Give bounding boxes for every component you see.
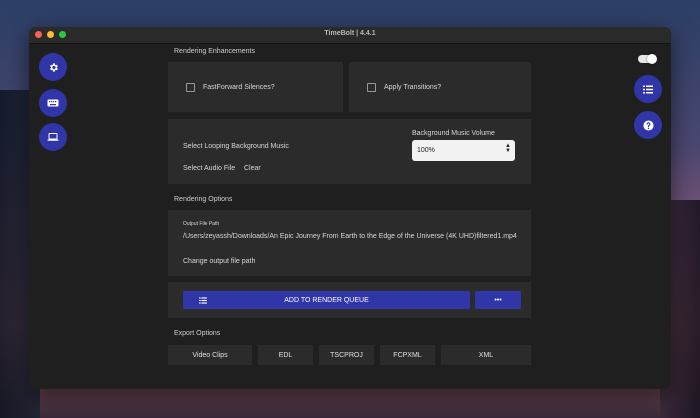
chevron-updown-icon: ▲ ▼ [505, 143, 511, 154]
export-video-clips-button[interactable]: Video Clips [168, 345, 252, 365]
volume-value: 100% [417, 147, 435, 154]
settings-button[interactable] [39, 53, 67, 81]
keyboard-icon [47, 99, 59, 107]
clear-audio-button[interactable]: Clear [244, 165, 261, 172]
fastforward-option[interactable]: FastForward Silences? [186, 83, 275, 92]
title-bar: TimeBolt | 4.4.1 [29, 27, 671, 44]
gear-icon [49, 62, 58, 72]
queue-list-button[interactable] [634, 75, 662, 103]
fastforward-checkbox[interactable] [186, 83, 195, 92]
export-edl-button[interactable]: EDL [258, 345, 313, 365]
laptop-icon [47, 133, 59, 141]
help-button[interactable] [634, 111, 662, 139]
select-audio-file-button[interactable]: Select Audio File [183, 165, 235, 172]
dark-mode-toggle[interactable] [638, 54, 657, 64]
more-options-label: ••• [494, 296, 502, 304]
list-icon [199, 297, 207, 304]
app-window: TimeBolt | 4.4.1 Rendering Enhancements … [29, 27, 671, 389]
render-queue-panel: ADD TO RENDER QUEUE ••• [168, 282, 531, 318]
transitions-option[interactable]: Apply Transitions? [367, 83, 441, 92]
window-title: TimeBolt | 4.4.1 [324, 30, 376, 37]
export-options-heading: Export Options [174, 330, 221, 337]
volume-select[interactable]: 100% ▲ ▼ [412, 140, 515, 161]
output-path-panel: Output File Path /Users/zeyassh/Download… [168, 210, 531, 276]
fastforward-panel: FastForward Silences? [168, 62, 343, 112]
export-tscproj-button[interactable]: TSCPROJ [319, 345, 374, 365]
help-icon [642, 119, 654, 131]
keyboard-button[interactable] [39, 89, 67, 117]
rendering-enhancements-heading: Rendering Enhancements [174, 48, 255, 55]
toggle-knob [647, 54, 657, 64]
looping-music-label: Select Looping Background Music [183, 143, 289, 150]
transitions-checkbox[interactable] [367, 83, 376, 92]
change-output-path-button[interactable]: Change output file path [183, 258, 255, 265]
rendering-options-heading: Rendering Options [174, 196, 233, 203]
fastforward-label: FastForward Silences? [203, 84, 275, 91]
output-file-path-value: /Users/zeyassh/Downloads/An Epic Journey… [183, 233, 517, 240]
export-xml-button[interactable]: XML [441, 345, 531, 365]
transitions-panel: Apply Transitions? [349, 62, 531, 112]
transitions-label: Apply Transitions? [384, 84, 442, 91]
list-icon [643, 85, 653, 93]
export-fcpxml-button[interactable]: FCPXML [380, 345, 435, 365]
output-file-path-label: Output File Path [183, 221, 220, 227]
add-to-render-queue-label: ADD TO RENDER QUEUE [284, 296, 369, 304]
volume-label: Background Music Volume [412, 130, 495, 137]
background-music-panel: Select Looping Background Music Select A… [168, 119, 531, 184]
add-to-render-queue-button[interactable]: ADD TO RENDER QUEUE [183, 291, 470, 309]
more-options-button[interactable]: ••• [475, 291, 521, 309]
laptop-button[interactable] [39, 123, 67, 151]
